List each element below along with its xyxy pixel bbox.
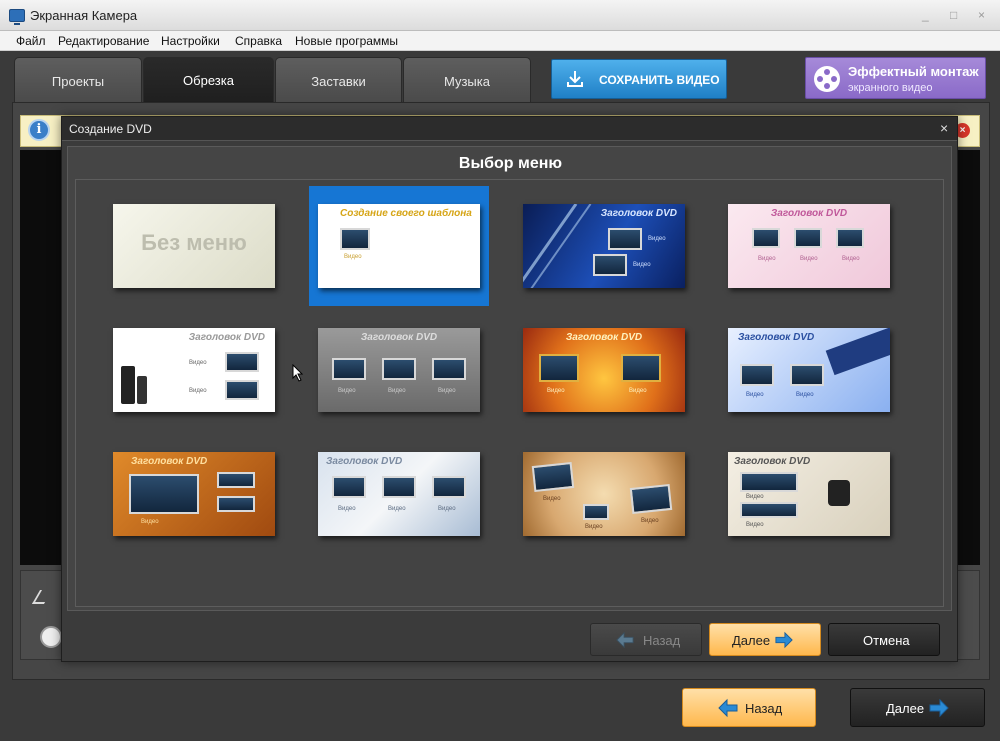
template-thumb[interactable]: Заголовок DVD Видео Видео Видео	[728, 204, 890, 288]
template-caption: Видео	[800, 256, 818, 262]
template-caption: Видео	[547, 388, 565, 394]
dvd-dialog: Создание DVD × Выбор меню Без меню Созда…	[61, 116, 958, 662]
template-caption: Видео	[189, 360, 207, 366]
tab-intros[interactable]: Заставки	[275, 57, 402, 103]
menu-template-gallery: Без меню Создание своего шаблона Видео З…	[75, 179, 944, 607]
template-caption: Видео	[842, 256, 860, 262]
template-thumb[interactable]: Заголовок DVD Видео Видео	[523, 204, 685, 288]
template-caption: Видео	[141, 519, 159, 525]
promo-button[interactable]: Эффектный монтаж экранного видео	[805, 57, 986, 99]
template-caption: Видео	[438, 388, 456, 394]
menu-edit[interactable]: Редактирование	[58, 34, 149, 48]
dialog-back-label: Назад	[643, 633, 681, 648]
template-thumb[interactable]: Заголовок DVD Видео	[113, 452, 275, 536]
dialog-body: Выбор меню Без меню Создание своего шабл…	[67, 146, 952, 611]
template-title: Заголовок DVD	[738, 332, 815, 343]
menu-bar: Файл Редактирование Настройки Справка Но…	[0, 31, 1000, 51]
arrow-right-icon	[929, 698, 949, 718]
close-window-button[interactable]: ×	[978, 8, 985, 22]
template-caption: Видео	[543, 496, 561, 502]
template-caption: Видео	[585, 524, 603, 530]
dialog-next-button[interactable]: Далее	[709, 623, 821, 656]
save-video-label: СОХРАНИТЬ ВИДЕО	[599, 73, 720, 87]
dialog-title: Создание DVD	[69, 122, 152, 136]
template-title: Заголовок DVD	[326, 456, 403, 467]
template-thumb[interactable]: Без меню	[113, 204, 275, 288]
template-title: Заголовок DVD	[188, 332, 265, 343]
template-title: Создание своего шаблона	[340, 208, 472, 219]
play-control-icon[interactable]	[40, 626, 62, 648]
template-caption: Видео	[338, 506, 356, 512]
bottom-next-label: Далее	[886, 701, 925, 716]
template-title: Заголовок DVD	[565, 332, 643, 343]
template-caption: Видео	[746, 392, 764, 398]
template-thumb[interactable]: Видео Видео Видео	[523, 452, 685, 536]
template-caption: Видео	[629, 388, 647, 394]
template-caption: Видео	[796, 392, 814, 398]
bottom-next-button[interactable]: Далее	[850, 688, 985, 727]
template-caption: Видео	[338, 388, 356, 394]
bottom-back-button[interactable]: Назад	[682, 688, 816, 727]
template-caption: Видео	[633, 262, 651, 268]
template-thumb[interactable]: Заголовок DVD Видео Видео Видео	[318, 328, 480, 412]
template-caption: Видео	[746, 494, 764, 500]
template-thumb[interactable]: Заголовок DVD Видео Видео	[113, 328, 275, 412]
dialog-title-bar: Создание DVD ×	[62, 117, 957, 141]
title-bar: Экранная Камера _ □ ×	[0, 0, 1000, 31]
arrow-right-icon	[775, 631, 793, 649]
maximize-button[interactable]: □	[950, 8, 957, 22]
menu-settings[interactable]: Настройки	[161, 34, 220, 48]
template-title: Заголовок DVD	[600, 208, 677, 219]
menu-help[interactable]: Справка	[235, 34, 282, 48]
template-caption: Видео	[189, 388, 207, 394]
template-caption: Видео	[388, 506, 406, 512]
info-icon: i	[28, 119, 50, 141]
template-caption: Видео	[648, 236, 666, 242]
bottom-back-label: Назад	[745, 701, 783, 716]
tab-trim[interactable]: Обрезка	[143, 57, 274, 103]
tab-music[interactable]: Музыка	[403, 57, 531, 103]
mouse-cursor-icon	[292, 364, 304, 382]
template-thumb[interactable]: Заголовок DVD Видео Видео Видео	[318, 452, 480, 536]
download-icon	[567, 71, 583, 87]
template-title: Без меню	[141, 230, 247, 255]
template-caption: Видео	[641, 518, 659, 524]
arrow-left-icon	[718, 698, 738, 718]
promo-subtitle: экранного видео	[848, 82, 933, 94]
template-caption: Видео	[438, 506, 456, 512]
film-reel-icon	[814, 66, 840, 92]
minimize-button[interactable]: _	[922, 8, 929, 22]
promo-title: Эффектный монтаж	[848, 64, 979, 79]
menu-file[interactable]: Файл	[16, 34, 46, 48]
dialog-heading: Выбор меню	[458, 155, 563, 172]
template-caption: Видео	[388, 388, 406, 394]
dialog-cancel-label: Отмена	[863, 633, 910, 648]
template-caption: Видео	[344, 254, 362, 260]
dialog-cancel-button[interactable]: Отмена	[828, 623, 940, 656]
template-thumb[interactable]: Заголовок DVD Видео Видео	[728, 328, 890, 412]
dialog-close-button[interactable]: ×	[940, 120, 948, 136]
template-title: Заголовок DVD	[131, 456, 208, 467]
window-title: Экранная Камера	[30, 8, 138, 23]
app-monitor-icon	[9, 9, 25, 25]
template-title: Заголовок DVD	[360, 332, 438, 343]
menu-new-programs[interactable]: Новые программы	[295, 34, 398, 48]
template-thumb[interactable]: Заголовок DVD Видео Видео	[523, 328, 685, 412]
arrow-left-icon	[616, 631, 634, 649]
tab-projects[interactable]: Проекты	[14, 57, 142, 103]
video-frame	[340, 228, 370, 250]
template-title: Заголовок DVD	[770, 208, 848, 219]
dialog-back-button[interactable]: Назад	[590, 623, 702, 656]
template-thumb[interactable]: Заголовок DVD Видео Видео	[728, 452, 890, 536]
template-thumb[interactable]: Создание своего шаблона Видео	[318, 204, 480, 288]
save-video-button[interactable]: СОХРАНИТЬ ВИДЕО	[551, 59, 727, 99]
template-caption: Видео	[758, 256, 776, 262]
template-caption: Видео	[746, 522, 764, 528]
dialog-next-label: Далее	[732, 633, 771, 648]
template-title: Заголовок DVD	[734, 456, 811, 467]
